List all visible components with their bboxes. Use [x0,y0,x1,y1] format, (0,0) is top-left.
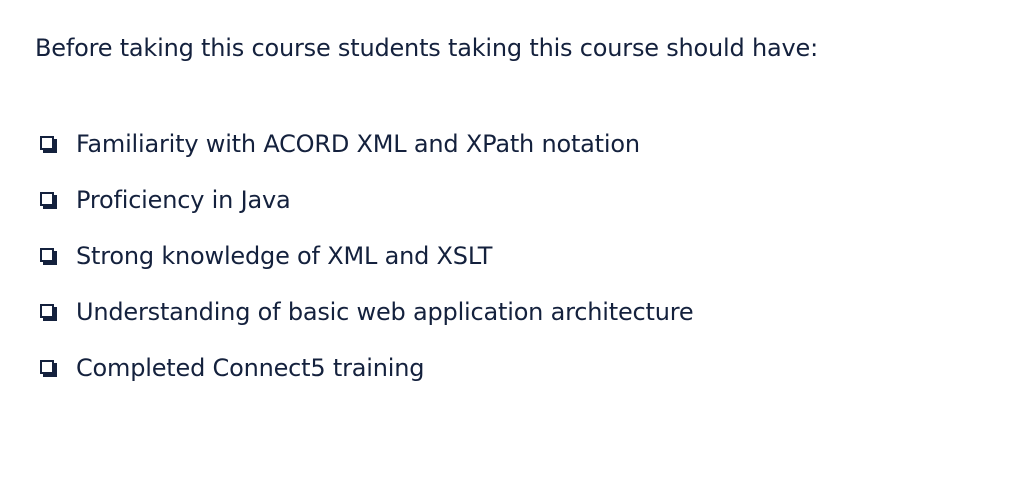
list-item-label: Strong knowledge of XML and XSLT [76,242,493,270]
checkbox-square-icon [38,245,60,267]
list-item-label: Proficiency in Java [76,186,291,214]
list-item: Familiarity with ACORD XML and XPath not… [38,116,693,172]
prerequisites-list: Familiarity with ACORD XML and XPath not… [38,116,694,396]
checkbox-square-icon [38,133,60,155]
intro-text: Before taking this course students takin… [35,34,818,62]
list-item-label: Understanding of basic web application a… [76,298,694,326]
list-item: Completed Connect5 training [38,340,693,396]
list-item-label: Completed Connect5 training [76,354,425,382]
list-item: Proficiency in Java [38,172,693,228]
list-item-label: Familiarity with ACORD XML and XPath not… [76,130,640,158]
list-item: Strong knowledge of XML and XSLT [38,228,693,284]
checkbox-square-icon [38,189,60,211]
slide: Before taking this course students takin… [0,0,1017,502]
checkbox-square-icon [38,357,60,379]
list-item: Understanding of basic web application a… [38,284,694,340]
checkbox-square-icon [38,301,60,323]
